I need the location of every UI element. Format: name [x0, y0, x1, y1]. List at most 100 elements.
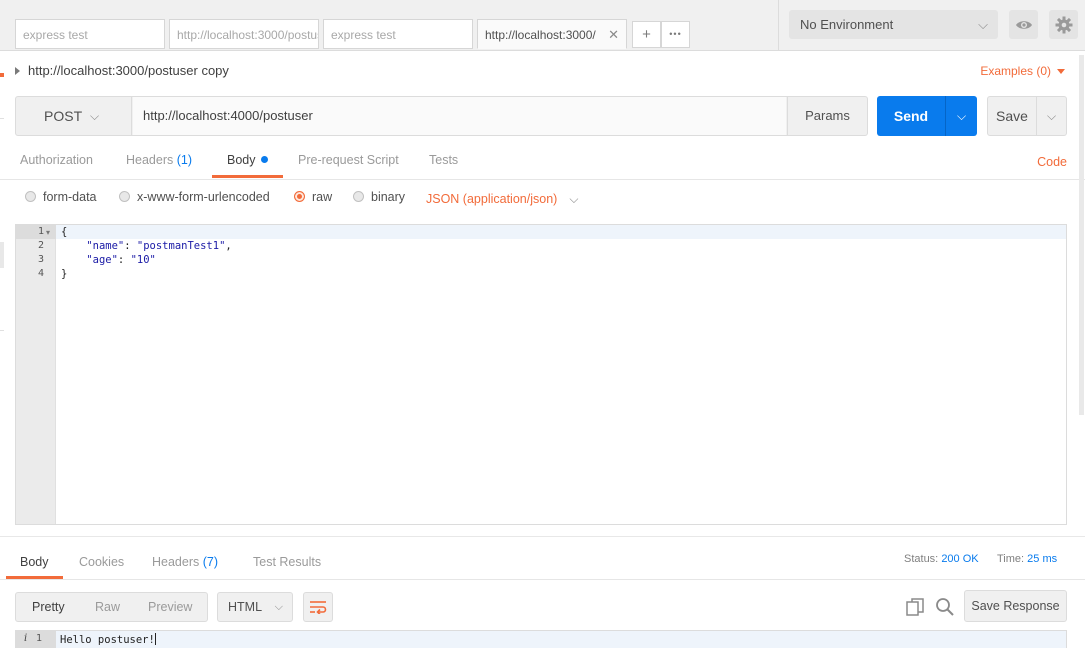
- chevron-down-icon: ⌵: [569, 192, 579, 206]
- tab-label: Test Results: [253, 555, 322, 569]
- response-toolbar: Pretty Raw Preview HTML ⌵ Save Response: [0, 590, 1085, 622]
- json-key: "name": [86, 240, 125, 252]
- format-select[interactable]: HTML ⌵: [217, 592, 293, 622]
- environment-label: No Environment: [800, 17, 894, 32]
- tab-label: Headers: [152, 555, 200, 569]
- view-mode-raw[interactable]: Raw: [95, 593, 120, 621]
- headers-count: (7): [202, 555, 219, 569]
- settings-button[interactable]: [1049, 10, 1078, 39]
- examples-dropdown[interactable]: Examples (0): [980, 64, 1065, 78]
- chevron-down-icon: ⌵: [90, 109, 100, 123]
- tab-body[interactable]: Body: [227, 153, 268, 167]
- save-response-button[interactable]: Save Response: [964, 590, 1067, 622]
- wrap-lines-button[interactable]: [303, 592, 333, 622]
- divider: [0, 536, 1085, 537]
- sidebar-edge-marker: [0, 73, 4, 77]
- line-number: 1: [37, 226, 44, 237]
- status-value: 200 OK: [941, 553, 979, 565]
- tab-label: express test: [23, 28, 88, 42]
- radio-label: raw: [312, 190, 333, 204]
- fold-icon[interactable]: ▾: [46, 228, 50, 237]
- time-indicator[interactable]: Time: 25 ms: [997, 553, 1057, 565]
- tab-label: Pre-request Script: [298, 153, 399, 167]
- tab-postuser[interactable]: http://localhost:3000/postuser: [169, 19, 319, 49]
- content-type-select[interactable]: JSON (application/json) ⌵: [426, 192, 578, 207]
- json-separator: :: [124, 240, 137, 252]
- radio-form-data[interactable]: form-data: [25, 190, 97, 204]
- text-cursor: [154, 633, 156, 645]
- environment-select[interactable]: No Environment ⌵: [789, 10, 998, 39]
- active-tab-indicator: [212, 175, 283, 178]
- code-link[interactable]: Code: [1037, 155, 1067, 169]
- tab-label: Headers: [126, 153, 174, 167]
- headers-count: (1): [176, 153, 193, 167]
- info-icon: i: [24, 633, 28, 644]
- sidebar-edge-divider: [0, 118, 4, 119]
- radio-circle: [353, 191, 364, 202]
- gear-icon: [1055, 16, 1072, 33]
- active-line-highlight: [56, 225, 1066, 239]
- environment-quick-look-button[interactable]: [1009, 10, 1038, 39]
- response-gutter: i 1: [16, 631, 56, 648]
- tab-bar: express test http://localhost:3000/postu…: [0, 0, 1085, 51]
- chevron-down-icon: ⌵: [274, 601, 283, 613]
- code-line-2: "name": "postmanTest1",: [61, 240, 231, 252]
- tab-cookies[interactable]: Cookies: [79, 555, 124, 569]
- tab-express-test-1[interactable]: express test: [15, 19, 165, 49]
- chevron-down-icon[interactable]: ⌵: [946, 96, 977, 136]
- tab-tests[interactable]: Tests: [429, 153, 458, 167]
- tab-response-headers[interactable]: Headers (7): [152, 555, 218, 569]
- tab-localhost-active[interactable]: http://localhost:3000/ ✕: [477, 19, 627, 49]
- examples-label: Examples (0): [980, 64, 1051, 78]
- view-mode-preview[interactable]: Preview: [148, 593, 192, 621]
- send-button[interactable]: Send ⌵: [877, 96, 977, 136]
- response-body-line: Hello postuser!: [60, 633, 156, 646]
- save-button[interactable]: Save ⌵: [987, 96, 1067, 136]
- modified-dot-icon: [260, 156, 268, 164]
- tab-headers[interactable]: Headers (1): [126, 153, 192, 167]
- radio-raw[interactable]: raw: [294, 190, 332, 204]
- more-tabs-button[interactable]: •••: [661, 21, 690, 48]
- request-tabs: Authorization Headers (1) Body Pre-reque…: [0, 143, 1085, 180]
- view-mode-pretty[interactable]: Pretty: [32, 593, 65, 621]
- search-icon[interactable]: [935, 597, 955, 617]
- scrollbar[interactable]: [1079, 55, 1084, 415]
- view-mode-group: Pretty Raw Preview: [15, 592, 208, 622]
- tab-label: Cookies: [79, 555, 125, 569]
- tab-authorization[interactable]: Authorization: [20, 153, 93, 167]
- json-value: "postmanTest1": [136, 240, 226, 252]
- active-tab-indicator: [6, 576, 63, 579]
- url-bar: POST ⌵ http://localhost:4000/postuser Pa…: [15, 96, 868, 136]
- tab-test-results[interactable]: Test Results: [253, 555, 321, 569]
- code-text: }: [61, 268, 68, 280]
- tab-express-test-2[interactable]: express test: [323, 19, 473, 49]
- tab-response-body[interactable]: Body: [20, 555, 49, 569]
- code-line-4: }: [61, 268, 67, 280]
- new-tab-button[interactable]: +: [632, 21, 661, 48]
- code-text: {: [61, 226, 68, 238]
- copy-icon[interactable]: [905, 597, 925, 617]
- request-name[interactable]: http://localhost:3000/postuser copy: [15, 63, 229, 78]
- url-input[interactable]: http://localhost:4000/postuser: [133, 97, 786, 135]
- method-select[interactable]: POST ⌵: [16, 97, 132, 135]
- divider: [778, 0, 779, 50]
- tab-pre-request-script[interactable]: Pre-request Script: [298, 153, 399, 167]
- caret-right-icon: [15, 66, 20, 75]
- request-title: http://localhost:3000/postuser copy: [28, 63, 229, 78]
- chevron-down-icon[interactable]: ⌵: [1037, 97, 1066, 135]
- radio-circle: [119, 191, 130, 202]
- radio-urlencoded[interactable]: x-www-form-urlencoded: [119, 190, 270, 204]
- code-line-1: {: [61, 226, 67, 238]
- params-button[interactable]: Params: [787, 97, 867, 135]
- radio-label: form-data: [43, 190, 97, 204]
- response-body-viewer[interactable]: i 1 Hello postuser!: [15, 630, 1067, 648]
- body-editor[interactable]: 1 ▾ 2 3 4 { "name": "postmanTest1", "age…: [15, 224, 1067, 525]
- wrap-lines-icon: [310, 601, 327, 614]
- radio-label: binary: [371, 190, 406, 204]
- close-icon[interactable]: ✕: [608, 20, 619, 48]
- format-label: HTML: [228, 600, 263, 614]
- radio-binary[interactable]: binary: [353, 190, 405, 204]
- status-label: Status:: [904, 553, 939, 565]
- radio-label: x-www-form-urlencoded: [137, 190, 270, 204]
